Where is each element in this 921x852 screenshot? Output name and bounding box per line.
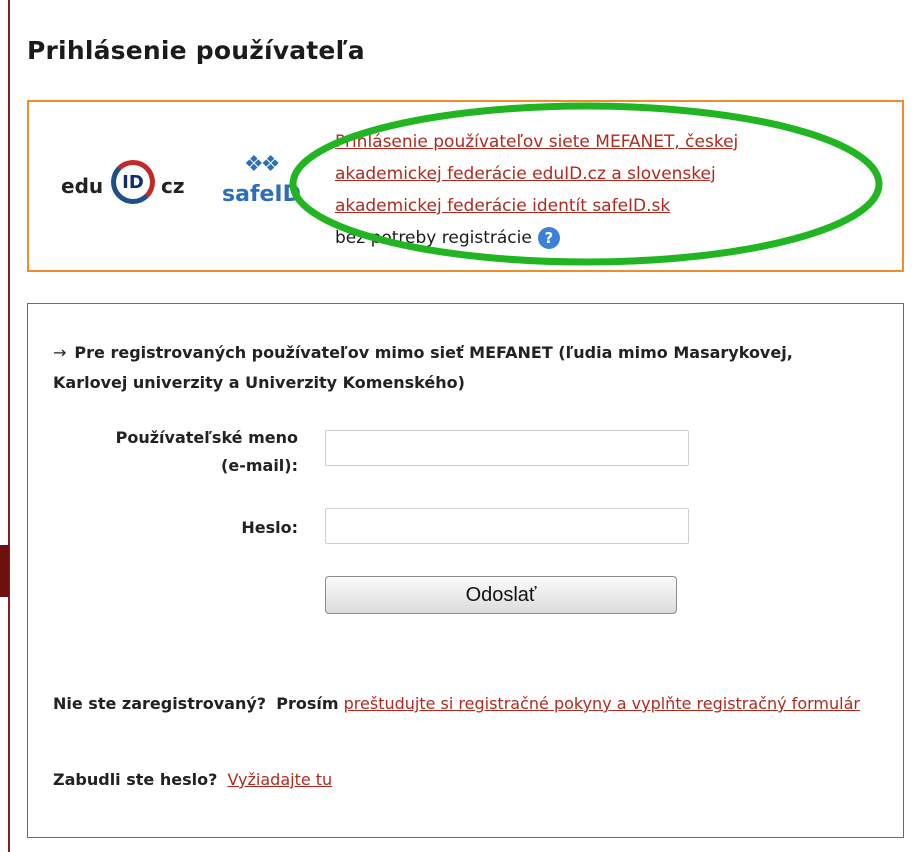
username-input[interactable] [325, 430, 689, 466]
federated-login-link-line-3[interactable]: akademickej federácie identít safeID.sk [335, 190, 825, 222]
federated-login-text: Prihlásenie používateľov siete MEFANET, … [335, 126, 825, 254]
eduid-logo[interactable]: edu ID cz [61, 158, 201, 210]
forgot-password-note: Zabudli ste heslo? Vyžiadajte tu [53, 766, 873, 794]
eduid-logo-edu: edu [61, 174, 104, 198]
arrow-right-icon: → [53, 343, 67, 362]
page-title: Prihlásenie používateľa [27, 36, 365, 65]
password-label: Heslo: [241, 518, 298, 537]
password-input[interactable] [325, 508, 689, 544]
username-label-line-1: Používateľské meno [115, 428, 298, 447]
help-icon[interactable]: ? [537, 227, 560, 249]
request-password-link[interactable]: Vyžiadajte tu [228, 770, 333, 789]
federated-login-link-line-1[interactable]: Prihlásenie používateľov siete MEFANET, … [335, 126, 825, 158]
safeid-logo-text: safeID [222, 182, 301, 207]
registered-intro: → Pre registrovaných používateľov mimo si… [53, 338, 853, 398]
registered-intro-text: Pre registrovaných používateľov mimo sie… [53, 343, 793, 392]
username-label-line-2: (e-mail): [221, 456, 298, 475]
left-edge-tab [0, 545, 9, 597]
registration-form-link[interactable]: preštudujte si registračné pokyny a vypl… [344, 694, 860, 713]
no-registration-text: bez potreby registrácie [335, 228, 532, 248]
left-border [8, 0, 10, 852]
eduid-logo-cz: cz [161, 174, 185, 198]
registered-login-box: → Pre registrovaných používateľov mimo si… [27, 303, 904, 838]
eduid-logo-id: ID [122, 172, 144, 193]
federated-login-box: edu ID cz ❖❖ safeID Prihlásenie používat… [27, 100, 904, 272]
safeid-mark-icon: ❖❖ [244, 152, 280, 177]
please-text: Prosím [276, 694, 339, 713]
username-label: Používateľské meno (e-mail): [38, 424, 298, 480]
registration-note: Nie ste zaregistrovaný? Prosím preštuduj… [53, 690, 873, 718]
safeid-logo[interactable]: ❖❖ safeID [222, 152, 312, 214]
forgot-password-question: Zabudli ste heslo? [53, 770, 218, 789]
submit-button[interactable]: Odoslať [325, 576, 677, 614]
not-registered-question: Nie ste zaregistrovaný? [53, 694, 267, 713]
federated-login-link-line-2[interactable]: akademickej federácie eduID.cz a slovens… [335, 158, 825, 190]
